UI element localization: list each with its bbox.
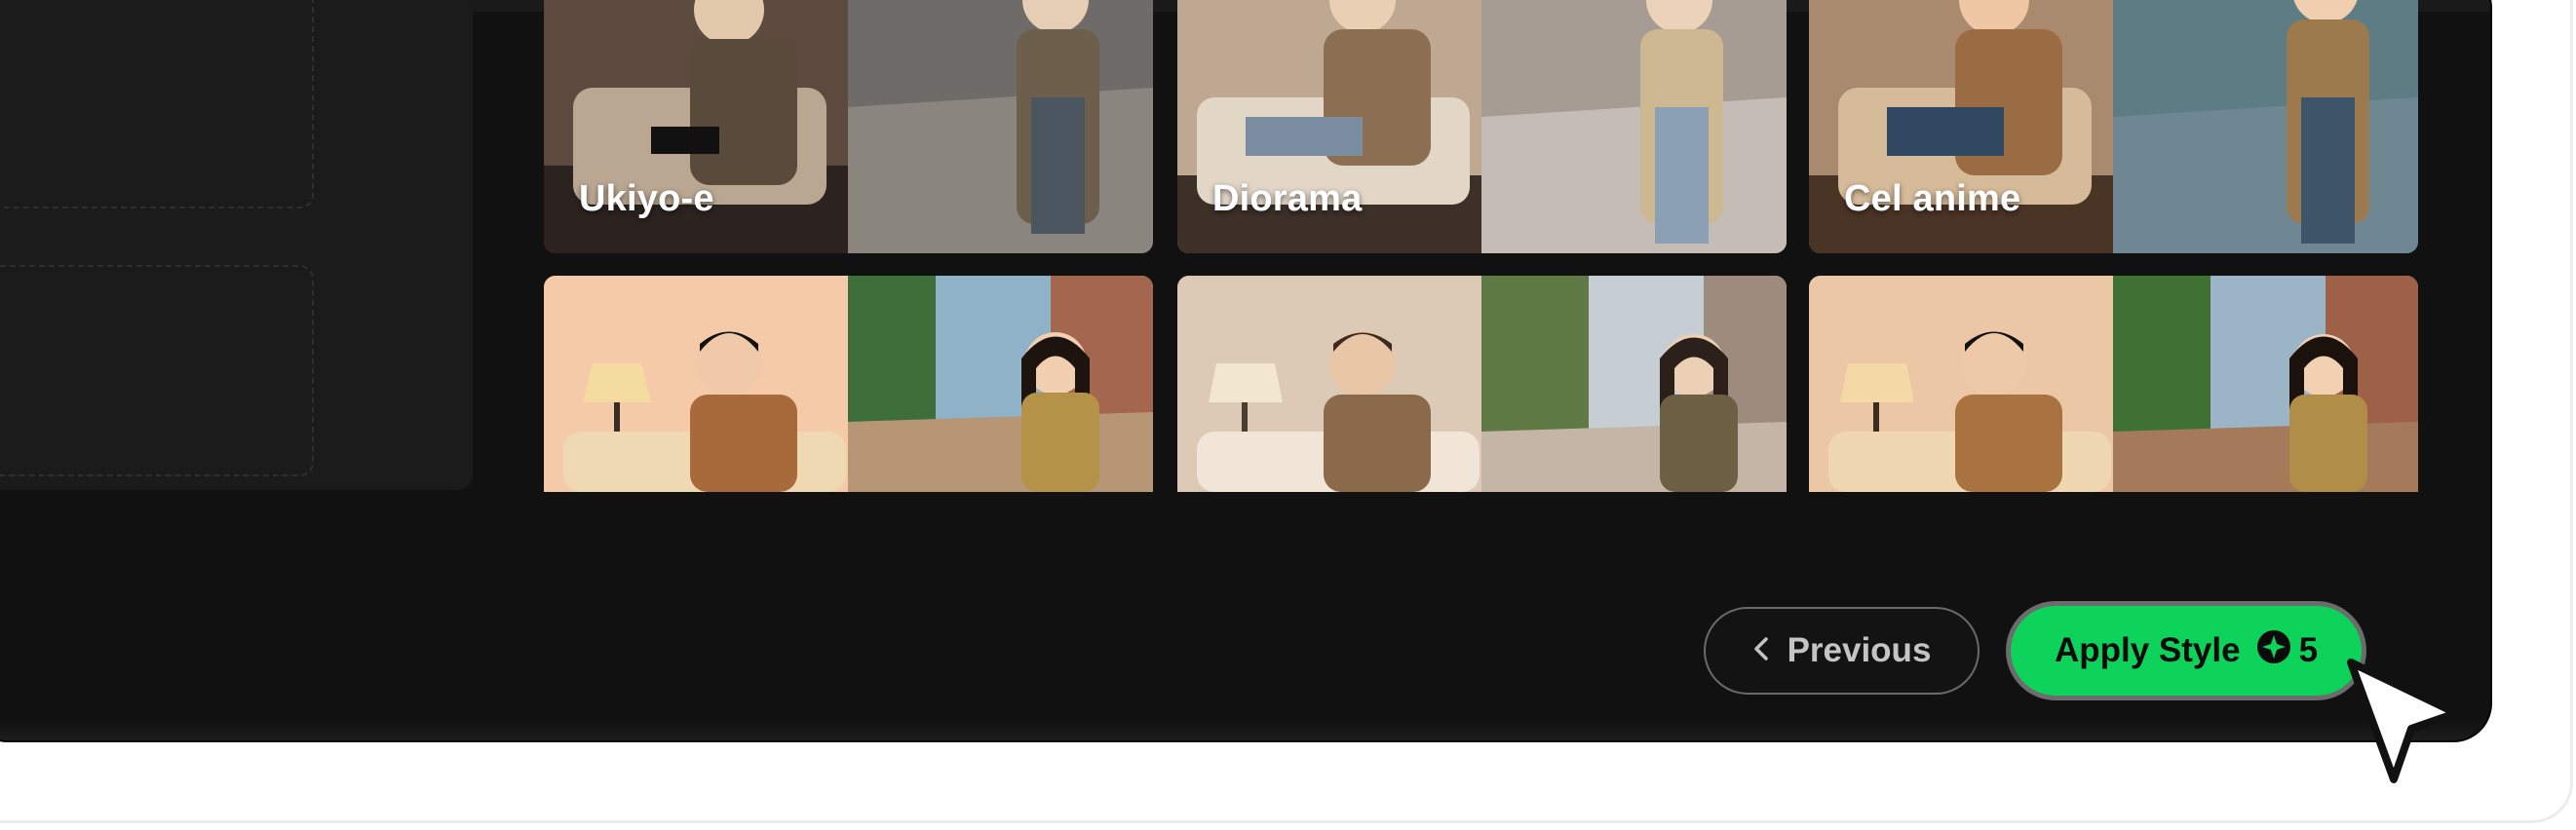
previous-label: Previous <box>1787 631 1932 669</box>
credit-coin-icon <box>2256 629 2291 673</box>
upload-side-panel <box>0 0 473 490</box>
style-preview-image <box>1809 276 2418 492</box>
style-tile[interactable] <box>1177 276 1787 492</box>
upload-dropzone[interactable] <box>0 0 314 208</box>
style-preview-image <box>1177 276 1787 492</box>
style-label: Cel anime <box>1844 178 2021 219</box>
apply-style-button[interactable]: Apply Style 5 <box>2006 601 2366 700</box>
style-tile-cel-anime[interactable]: Cel anime <box>1809 0 2418 253</box>
style-tile-ukiyo-e[interactable]: Ukiyo-e <box>544 0 1153 253</box>
style-label: Diorama <box>1212 178 1363 219</box>
style-tile[interactable] <box>544 276 1153 492</box>
mouse-pointer-icon <box>2341 655 2468 796</box>
credit-amount: 5 <box>2298 631 2319 669</box>
upload-dropzone-secondary[interactable] <box>0 265 314 476</box>
style-tile-diorama[interactable]: Diorama <box>1177 0 1787 253</box>
style-preview-image <box>544 276 1153 492</box>
apply-style-label: Apply Style <box>2054 631 2241 669</box>
style-tile[interactable] <box>1809 276 2418 492</box>
chevron-left-icon <box>1752 631 1770 670</box>
style-label: Ukiyo-e <box>579 178 714 219</box>
credit-cost: 5 <box>2256 629 2318 673</box>
previous-button[interactable]: Previous <box>1704 607 1980 695</box>
